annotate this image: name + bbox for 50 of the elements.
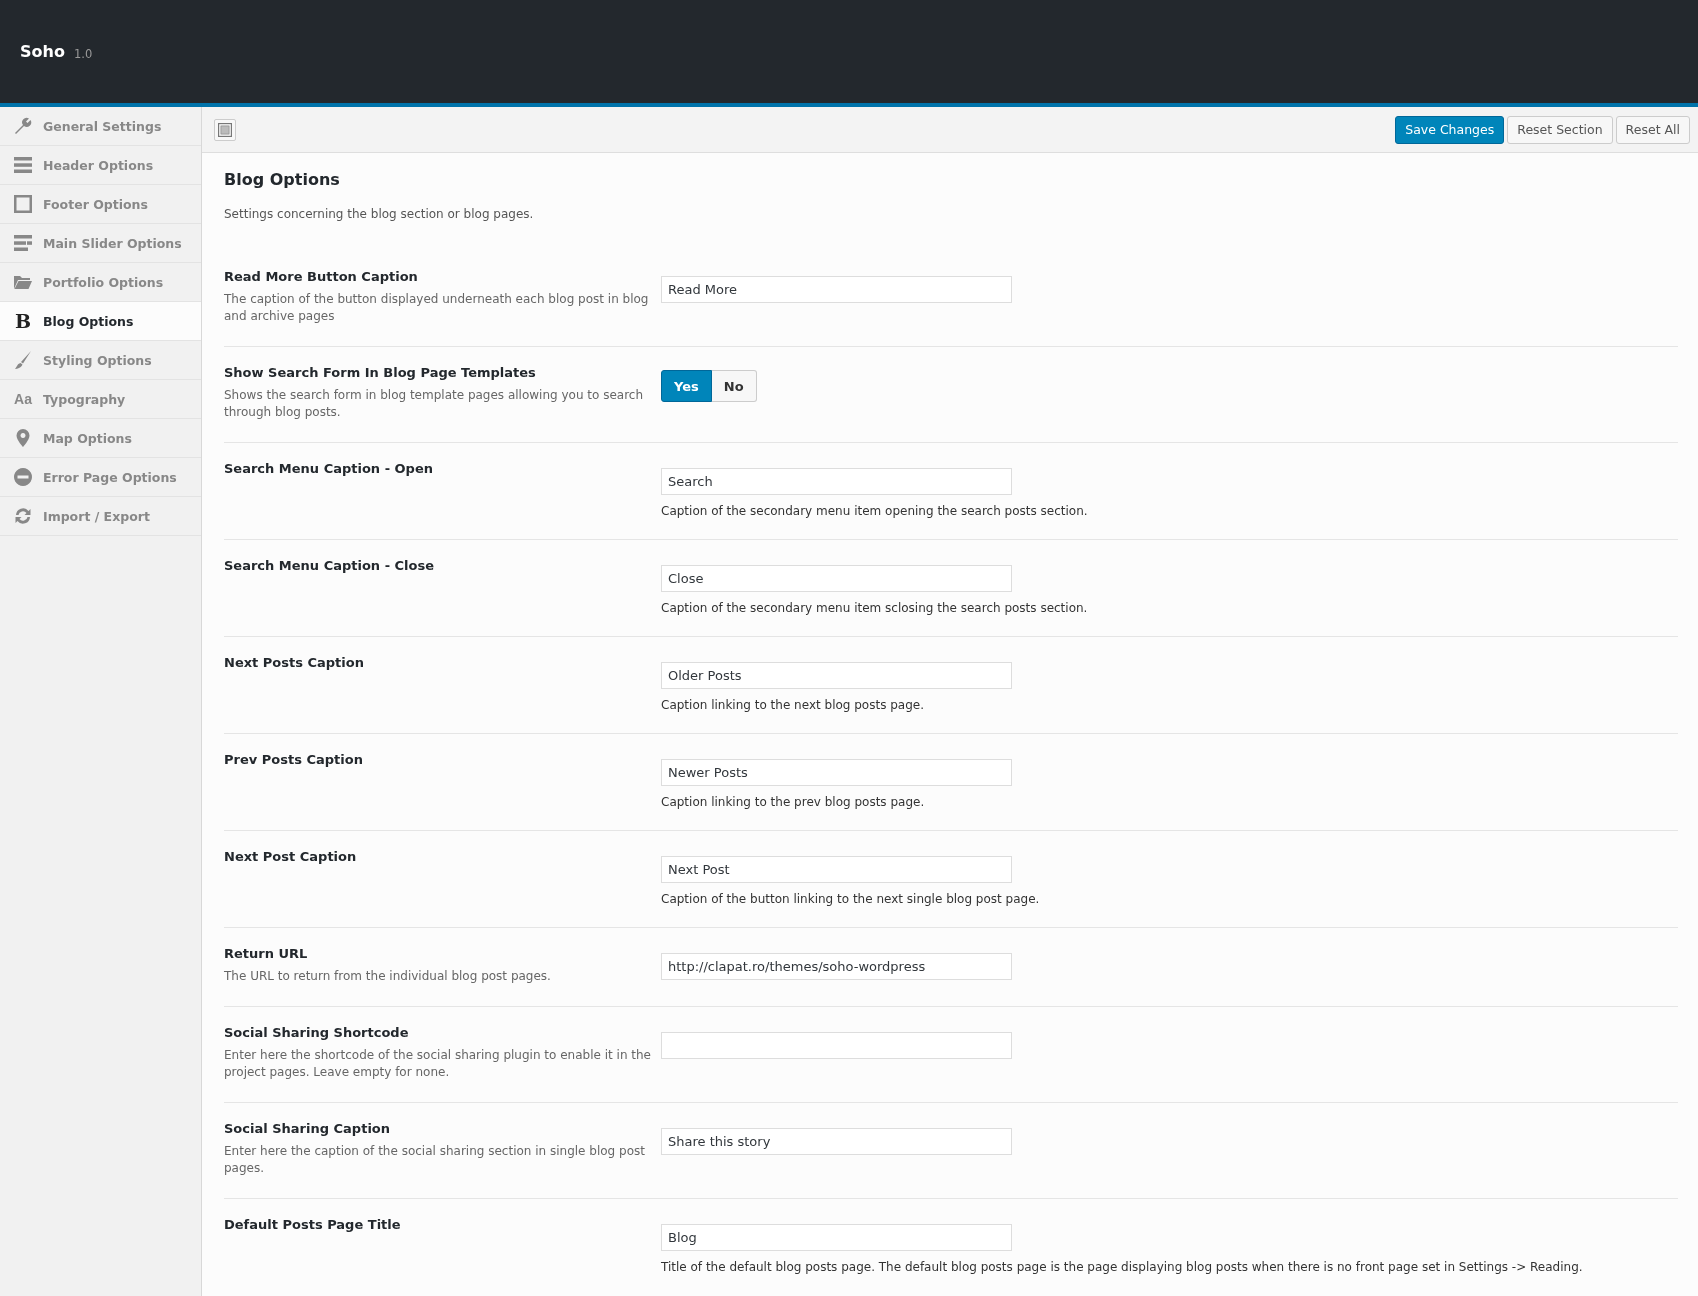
bold-letter-icon: B xyxy=(13,311,33,331)
field-label: Social Sharing Shortcode xyxy=(224,1025,410,1040)
text-input[interactable]: Close xyxy=(661,565,1012,592)
font-icon: Aa xyxy=(13,392,33,406)
sidebar-item[interactable]: B Blog Options xyxy=(0,302,201,341)
text-input[interactable]: Search xyxy=(661,468,1012,495)
field-description: The caption of the button displayed underneath each blog post in blog and archive pages xyxy=(224,291,650,325)
field-description: Enter here the caption of the social sharing section in single blog post pages. xyxy=(224,1143,646,1177)
text-input[interactable]: Read More xyxy=(661,276,1012,303)
text-input[interactable]: http://clapat.ro/themes/soho-wordpress xyxy=(661,953,1012,980)
toggle-option[interactable]: Yes xyxy=(661,370,712,402)
field-label: Return URL xyxy=(224,946,309,961)
panel-icon xyxy=(218,122,232,137)
field-label: Next Post Caption xyxy=(224,849,358,864)
text-input[interactable]: Next Post xyxy=(661,856,1012,883)
reset-button[interactable]: Reset Section xyxy=(1507,115,1613,144)
field-hint: Title of the default blog posts page. The default blog posts page is the page displaying blog posts when there is no front page set in Settings -> Reading. xyxy=(661,1260,1584,1274)
field-hint: Caption linking to the next blog posts page. xyxy=(661,698,925,712)
field-label: Read More Button Caption xyxy=(224,269,419,284)
version-label: 1.0 xyxy=(73,46,93,61)
menu-icon xyxy=(13,155,33,175)
save-button[interactable]: Save Changes xyxy=(1395,115,1505,144)
text-input[interactable]: Newer Posts xyxy=(661,759,1012,786)
reset-button[interactable]: Reset All xyxy=(1615,115,1690,144)
section-description: Settings concerning the blog section or blog pages. xyxy=(224,207,535,221)
text-input[interactable]: Blog xyxy=(661,1224,1012,1251)
field-description: Enter here the shortcode of the social sharing plugin to enable it in the project pages. Leave empty for none. xyxy=(224,1047,652,1081)
section-title: Blog Options xyxy=(224,170,341,189)
field-hint: Caption of the secondary menu item opening the search posts section. xyxy=(661,504,1089,518)
expand-toggle-button[interactable] xyxy=(214,118,236,141)
field-label: Search Menu Caption - Open xyxy=(224,461,434,476)
field-label: Show Search Form In Blog Page Templates xyxy=(224,365,537,380)
field-label: Next Posts Caption xyxy=(224,655,365,670)
field-label: Social Sharing Caption xyxy=(224,1121,392,1136)
text-input[interactable]: Older Posts xyxy=(661,662,1012,689)
field-description: The URL to return from the individual blog post pages. xyxy=(224,968,552,985)
stacked-bars-icon xyxy=(13,233,33,253)
field-label: Prev Posts Caption xyxy=(224,752,364,767)
wrench-icon xyxy=(13,116,33,136)
app-title: Soho xyxy=(20,42,65,61)
field-description: Shows the search form in blog template pages allowing you to search through blog posts. xyxy=(224,387,645,421)
field-label: Search Menu Caption - Close xyxy=(224,558,436,573)
text-input[interactable]: Share this story xyxy=(661,1128,1012,1155)
field-hint: Caption of the secondary menu item sclosing the search posts section. xyxy=(661,601,1089,615)
field-label: Default Posts Page Title xyxy=(224,1217,402,1232)
text-input[interactable] xyxy=(661,1032,1012,1059)
toggle-option[interactable]: No xyxy=(711,370,757,402)
field-hint: Caption of the button linking to the next single blog post page. xyxy=(661,892,1041,906)
refresh-icon xyxy=(13,506,33,526)
field-hint: Caption linking to the prev blog posts page. xyxy=(661,795,926,809)
